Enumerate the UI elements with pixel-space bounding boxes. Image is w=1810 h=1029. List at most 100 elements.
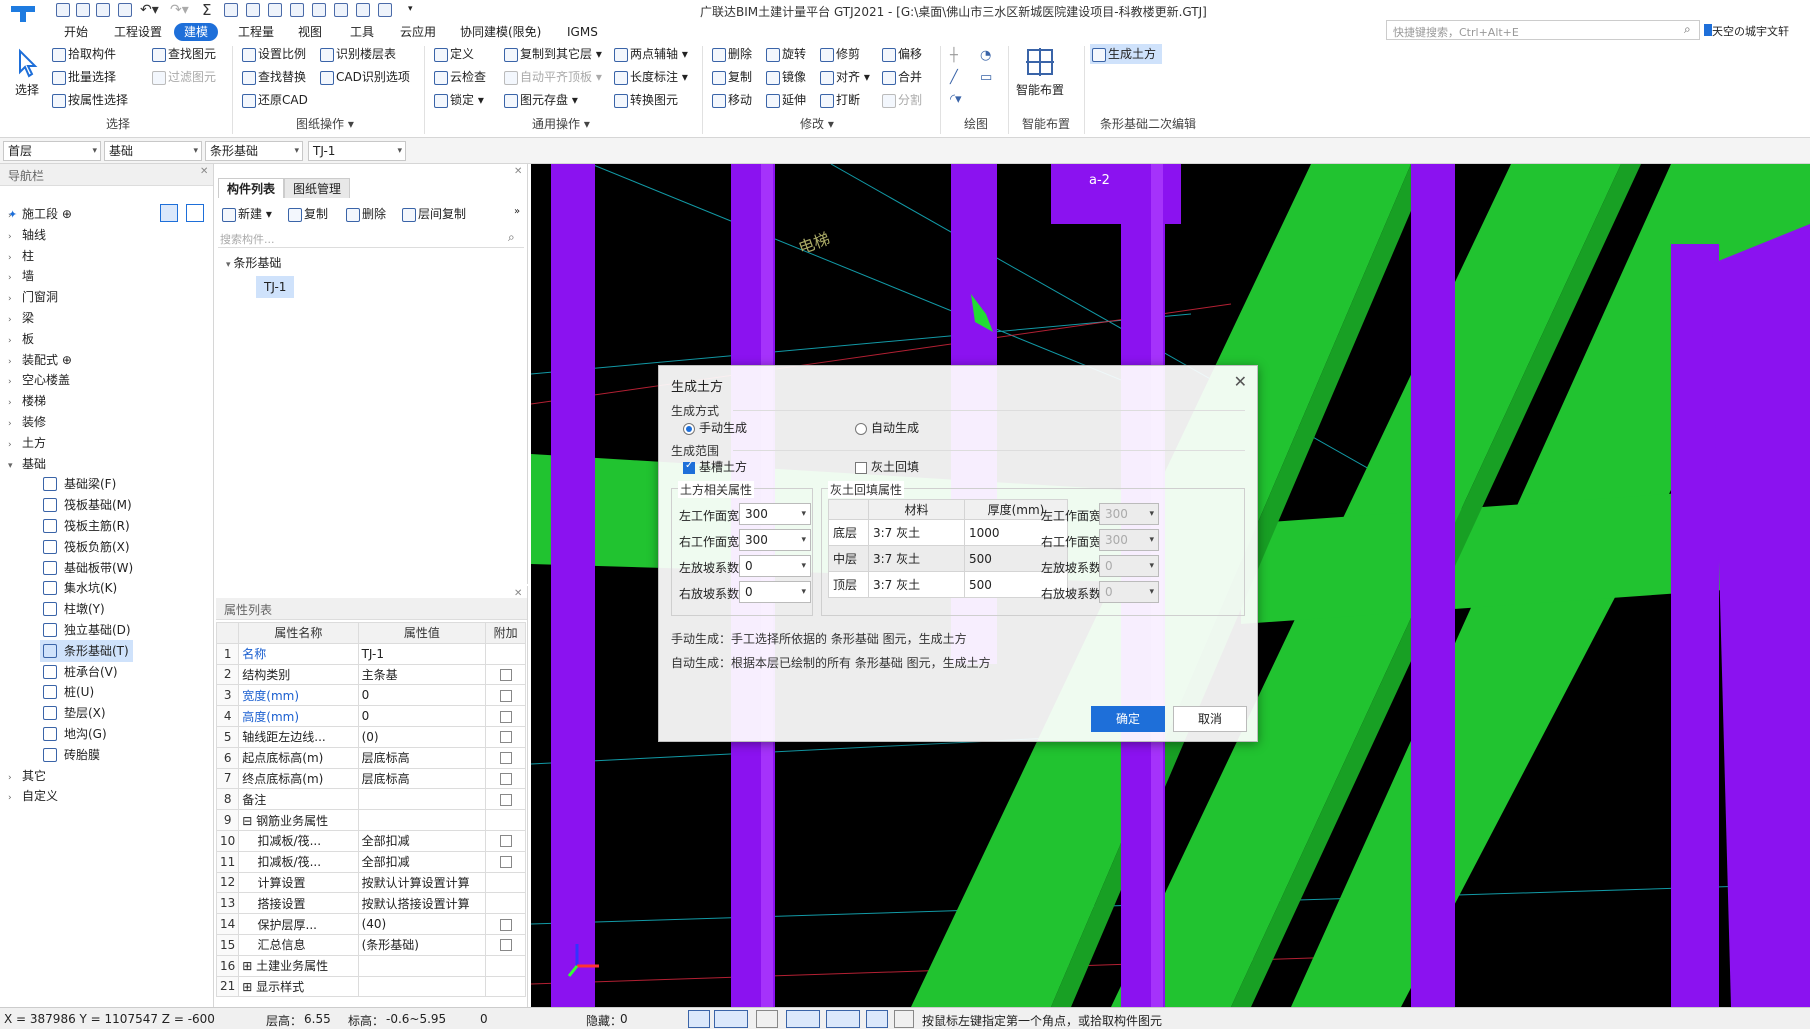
undo-icon[interactable]: ↶▾	[140, 2, 159, 18]
cloud-check-button[interactable]: 云检查	[432, 67, 486, 87]
nav-sub-item-7[interactable]: 独立基础(D)	[40, 619, 135, 641]
table-row[interactable]: 9 ⊟ 钢筋业务属性	[215, 809, 526, 831]
bf-left-slope-select[interactable]: 0	[1099, 555, 1159, 577]
component-search-input[interactable]: 搜索构件...	[218, 228, 524, 248]
user-name[interactable]: 天空の城宇文轩	[1712, 23, 1789, 39]
property-value[interactable]: TJ-1	[357, 642, 487, 665]
nav-sub-item-10[interactable]: 桩(U)	[40, 681, 98, 703]
material-cell[interactable]: 3:7 灰土	[868, 545, 965, 572]
attach-checkbox[interactable]	[499, 752, 512, 765]
save-element-button[interactable]: 图元存盘 ▾	[502, 90, 578, 110]
property-value[interactable]: 全部扣减	[357, 829, 487, 852]
draw-circle-icon[interactable]: ◔	[980, 48, 991, 63]
auto-align-slab-button[interactable]: 自动平齐顶板 ▾	[502, 67, 602, 87]
bf-right-width-select[interactable]: 300	[1099, 529, 1159, 551]
nav-sub-item-5[interactable]: 集水坑(K)	[40, 577, 121, 599]
quick-open-icon[interactable]	[96, 3, 110, 17]
quick-tool3-icon[interactable]	[268, 3, 282, 17]
search-icon[interactable]: ⌕	[508, 230, 515, 245]
restore-cad-button[interactable]: 还原CAD	[240, 90, 308, 110]
draw-arc-icon[interactable]: ◜▾	[950, 92, 962, 107]
attach-checkbox[interactable]	[499, 710, 512, 723]
left-width-select[interactable]: 300	[739, 503, 811, 525]
redo-icon[interactable]: ↷▾	[170, 2, 189, 18]
new-component-button[interactable]: 新建 ▾	[220, 204, 272, 224]
nav-tail-item-0[interactable]: › 其它	[8, 766, 46, 786]
ok-button[interactable]: 确定	[1091, 706, 1165, 732]
tree-child-selected[interactable]: TJ-1	[256, 276, 295, 298]
table-row[interactable]: 中层 3:7 灰土 500	[828, 545, 1068, 572]
tile-view-icon[interactable]	[186, 204, 204, 222]
nav-item-11[interactable]: › 土方	[8, 433, 46, 453]
group-drawing-label[interactable]: 图纸操作 ▾	[296, 116, 354, 132]
table-row[interactable]: 21 ⊞ 显示样式	[215, 975, 526, 998]
nav-item-10[interactable]: › 装修	[8, 412, 46, 432]
component-select[interactable]: TJ-1	[308, 141, 406, 161]
property-value[interactable]: (0)	[357, 725, 487, 748]
panel-close-icon[interactable]: ✕	[514, 588, 522, 599]
table-row[interactable]: 10 扣减板/筏... 全部扣减	[215, 829, 526, 852]
bf-right-slope-select[interactable]: 0	[1099, 581, 1159, 603]
nav-item-12[interactable]: ▾ 基础	[8, 454, 46, 474]
table-row[interactable]: 16 ⊞ 土建业务属性	[215, 954, 526, 977]
nav-sub-item-6[interactable]: 柱墩(Y)	[40, 598, 109, 620]
property-value[interactable]: (40)	[357, 913, 487, 935]
close-icon[interactable]: ✕	[1234, 372, 1247, 391]
convert-element-button[interactable]: 转换图元	[612, 90, 678, 110]
two-point-axis-button[interactable]: 两点辅轴 ▾	[612, 44, 688, 64]
nav-item-4[interactable]: › 门窗洞	[8, 287, 58, 307]
nav-sub-item-0[interactable]: 基础梁(F)	[40, 473, 120, 495]
property-value[interactable]: 主条基	[357, 663, 487, 686]
backfill-checkbox[interactable]: 灰土回填	[855, 458, 919, 475]
command-search-input[interactable]: 快捷键搜索，Ctrl+Alt+E	[1386, 20, 1700, 40]
table-row[interactable]: 7 终点底标高(m) 层底标高	[215, 767, 526, 790]
right-slope-select[interactable]: 0	[739, 581, 811, 603]
draw-rect-icon[interactable]: ▭	[980, 70, 992, 85]
property-value[interactable]: (条形基础)	[357, 933, 487, 956]
menu-cloud[interactable]: 云应用	[398, 23, 438, 41]
draw-point-icon[interactable]: ┼	[950, 48, 958, 63]
attach-checkbox[interactable]	[499, 835, 512, 848]
snap-point-icon[interactable]	[826, 1010, 860, 1028]
generate-earthwork-button[interactable]: 生成土方	[1090, 44, 1163, 64]
nav-sub-item-1[interactable]: 筏板基础(M)	[40, 494, 136, 516]
nav-sub-item-12[interactable]: 地沟(G)	[40, 723, 111, 745]
align-button[interactable]: 对齐 ▾	[818, 67, 870, 87]
snap-line-icon[interactable]	[786, 1010, 820, 1028]
nav-sub-item-3[interactable]: 筏板负筋(X)	[40, 536, 134, 558]
property-value[interactable]: 层底标高	[357, 746, 487, 769]
nav-sub-item-9[interactable]: 桩承台(V)	[40, 661, 122, 683]
table-row[interactable]: 14 保护层厚... (40)	[215, 913, 526, 935]
trim-button[interactable]: 修剪	[818, 44, 860, 64]
quick-tool5-icon[interactable]	[312, 3, 326, 17]
draw-line-icon[interactable]: ╱	[950, 70, 958, 85]
nav-item-8[interactable]: › 空心楼盖	[8, 370, 70, 390]
left-slope-select[interactable]: 0	[739, 555, 811, 577]
attach-checkbox[interactable]	[499, 793, 512, 806]
property-value[interactable]	[357, 809, 487, 831]
cad-options-button[interactable]: CAD识别选项	[318, 67, 410, 87]
property-value[interactable]: 按默认搭接设置计算	[357, 892, 487, 915]
nav-item-3[interactable]: › 墙	[8, 266, 34, 286]
layer-copy-button[interactable]: 层间复制	[400, 204, 466, 224]
set-scale-button[interactable]: 设置比例	[240, 44, 306, 64]
nav-item-5[interactable]: › 梁	[8, 308, 34, 328]
quick-new-icon[interactable]	[56, 3, 70, 17]
rotate-button[interactable]: 旋转	[764, 44, 806, 64]
menu-modeling[interactable]: 建模	[174, 23, 219, 41]
nav-tail-item-1[interactable]: › 自定义	[8, 786, 58, 806]
trench-checkbox[interactable]: 基槽土方	[683, 458, 747, 475]
attach-checkbox[interactable]	[499, 856, 512, 869]
snap-grid-icon[interactable]	[714, 1010, 748, 1028]
select-by-attr-button[interactable]: 按属性选择	[50, 90, 128, 110]
table-row[interactable]: 6 起点底标高(m) 层底标高	[215, 746, 526, 769]
merge-button[interactable]: 合并	[880, 67, 922, 87]
auto-radio[interactable]: 自动生成	[855, 419, 919, 436]
menu-igms[interactable]: IGMS	[565, 23, 600, 41]
cancel-button[interactable]: 取消	[1173, 706, 1247, 732]
menu-collab[interactable]: 协同建模(限免)	[458, 23, 543, 41]
property-value[interactable]	[357, 788, 487, 811]
table-row[interactable]: 4 高度(mm) 0	[215, 705, 526, 727]
snap-ortho-icon[interactable]	[688, 1010, 710, 1028]
category-select[interactable]: 基础	[104, 141, 202, 161]
